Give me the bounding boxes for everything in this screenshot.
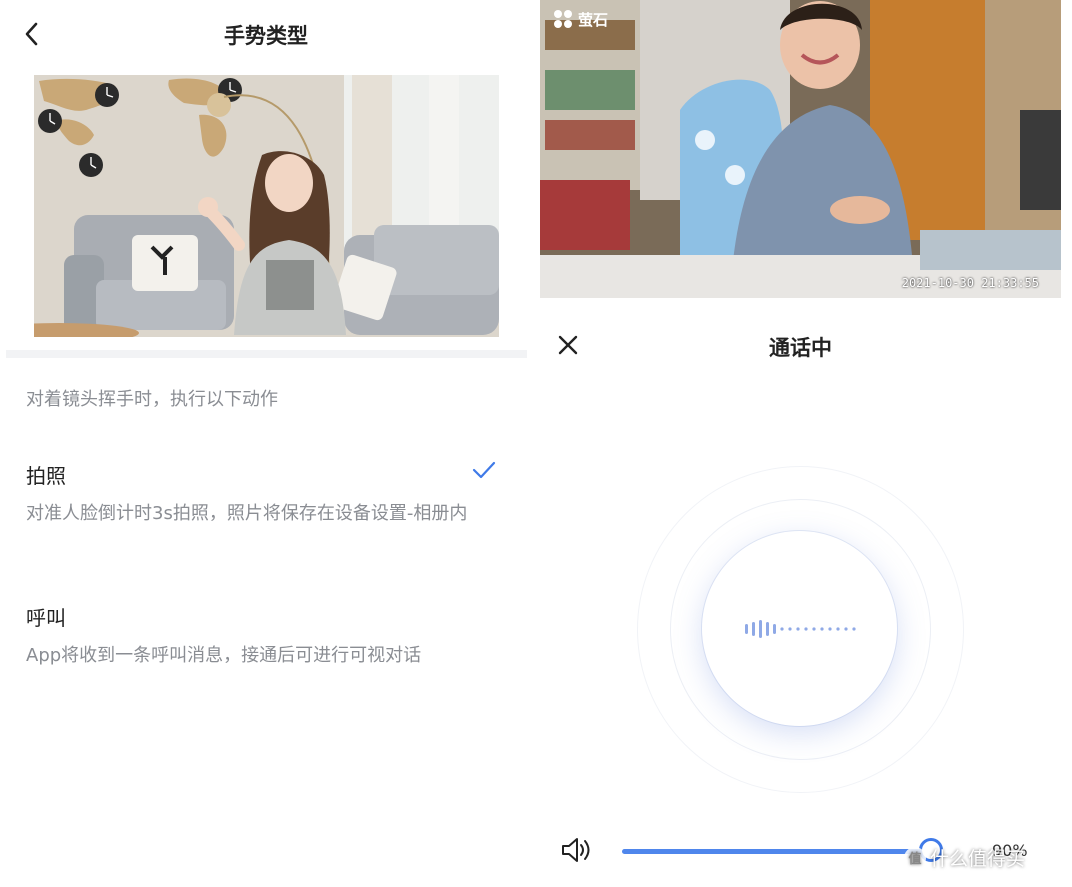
option-photo-description: 对准人脸倒计时3s拍照，照片将保存在设备设置-相册内: [26, 503, 468, 524]
camera-feed: 萤石 2021-10-30 21:33:55: [540, 0, 1061, 298]
option-photo[interactable]: 拍照 对准人脸倒计时3s拍照，照片将保存在设备设置-相册内: [0, 448, 532, 558]
option-call-description: App将收到一条呼叫消息，接通后可进行可视对话: [26, 645, 422, 666]
watermark-badge: 值: [904, 846, 926, 869]
watermark: 值 什么值得买: [904, 844, 1025, 871]
option-photo-title: 拍照: [26, 464, 66, 488]
watermark-text: 什么值得买: [930, 848, 1026, 870]
gesture-type-screen: 手势类型 对着镜头挥手时，执行以下动作 拍照 对准人脸倒计时3s拍照，照片将保存…: [0, 0, 532, 887]
section-hint: 对着镜头挥手时，执行以下动作: [26, 389, 278, 410]
camera-brand-logo: 萤石: [552, 8, 608, 30]
brand-flower-icon: [554, 10, 572, 28]
camera-timestamp: 2021-10-30 21:33:55: [901, 276, 1039, 290]
voice-wave-icon: [745, 620, 856, 638]
speaker-icon[interactable]: [560, 836, 594, 864]
call-screen: 萤石 2021-10-30 21:33:55 通话中 90%: [532, 0, 1072, 887]
option-call-title: 呼叫: [26, 606, 66, 630]
checkmark-icon[interactable]: [470, 458, 498, 482]
gesture-demo-image: [34, 75, 499, 337]
page-title: 手势类型: [224, 24, 308, 48]
section-divider: [6, 350, 527, 358]
option-call[interactable]: 呼叫 App将收到一条呼叫消息，接通后可进行可视对话: [0, 590, 532, 680]
volume-slider[interactable]: [622, 849, 922, 854]
brand-name: 萤石: [578, 10, 609, 29]
call-status-title: 通话中: [769, 336, 832, 360]
